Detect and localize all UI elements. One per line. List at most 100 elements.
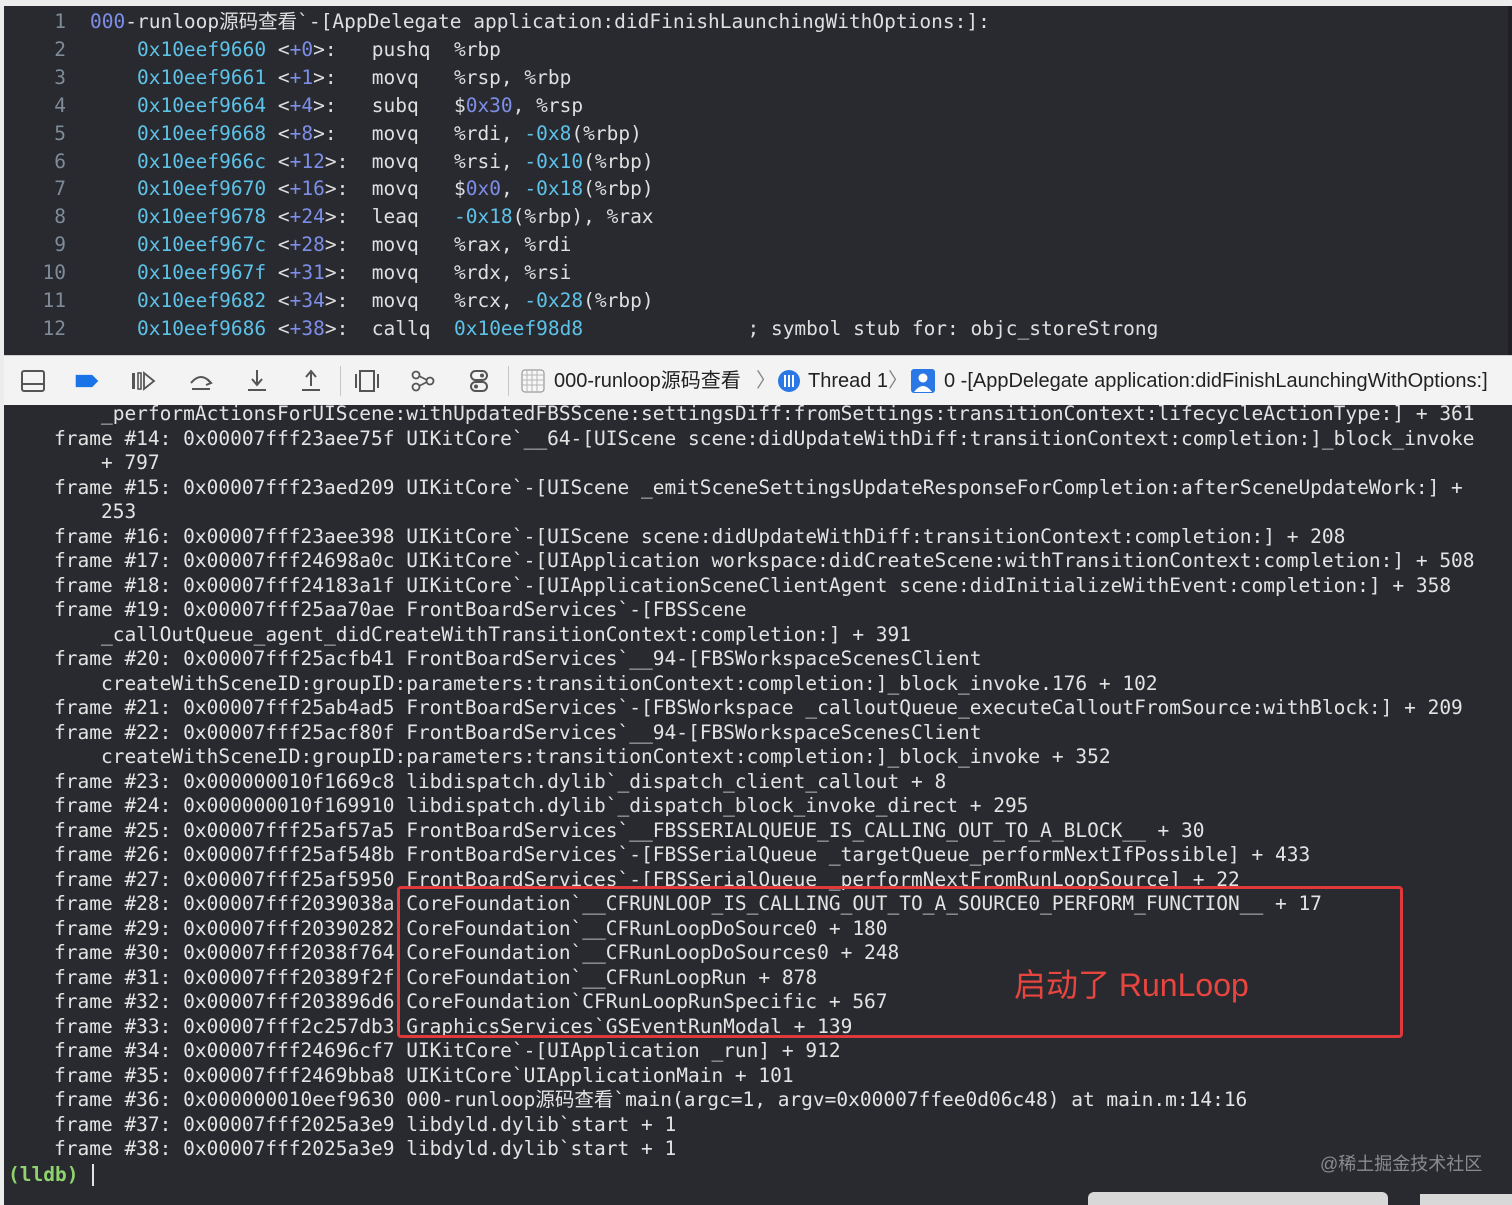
code-token: 0x0 bbox=[465, 177, 501, 201]
code-token: 0x10eef9668 bbox=[136, 121, 267, 145]
code-token: < bbox=[266, 65, 290, 89]
disassembly-line[interactable]: 4 0x10eef9664 <+4>: subq $0x30, %rsp bbox=[4, 92, 1508, 120]
view-debugger-icon[interactable] bbox=[354, 368, 380, 394]
code-token: 0x10eef9664 bbox=[136, 93, 267, 117]
memory-graph-icon[interactable] bbox=[410, 368, 436, 394]
app-target-icon bbox=[521, 369, 545, 393]
code-token: 0x10eef9686 bbox=[136, 316, 267, 340]
continue-icon[interactable] bbox=[130, 368, 156, 394]
console-line: frame #35: 0x00007fff2469bba8 UIKitCore`… bbox=[54, 1063, 794, 1087]
code-token: 0x30 bbox=[465, 93, 513, 117]
line-number: 4 bbox=[54, 93, 66, 117]
line-number: 11 bbox=[42, 289, 66, 312]
code-token: +16 bbox=[289, 177, 325, 201]
code-token: , %rsp bbox=[512, 93, 584, 117]
code-token: 0x10eef98d8 bbox=[453, 316, 584, 340]
breadcrumb-frame[interactable]: 0 -[AppDelegate application:didFinishLau… bbox=[944, 368, 1488, 394]
disassembly-line[interactable]: 2 0x10eef9660 <+0>: pushq %rbp bbox=[4, 36, 1508, 64]
disassembly-line[interactable]: 12 0x10eef9686 <+38>: callq 0x10eef98d8 … bbox=[4, 315, 1508, 343]
console-line: frame #26: 0x00007fff25af548b FrontBoard… bbox=[54, 843, 1311, 866]
line-number: 7 bbox=[54, 177, 66, 201]
code-token: -0x10 bbox=[524, 149, 584, 173]
code-token: < bbox=[266, 149, 290, 173]
code-token: >: movq %rdx, %rsi bbox=[324, 261, 572, 285]
console-line: createWithSceneID:groupID:parameters:tra… bbox=[54, 745, 1111, 768]
line-number: 8 bbox=[54, 205, 66, 229]
line-number: 6 bbox=[54, 149, 66, 173]
thread-icon bbox=[778, 370, 800, 392]
disassembly-line[interactable]: 9 0x10eef967c <+28>: movq %rax, %rdi bbox=[4, 231, 1508, 259]
console-line: frame #21: 0x00007fff25ab4ad5 FrontBoard… bbox=[54, 696, 1463, 719]
disassembly-code: 0x10eef9664 <+4>: subq $0x30, %rsp bbox=[90, 92, 583, 120]
code-token: (%rbp) bbox=[583, 149, 654, 173]
console-line: frame #24: 0x000000010f169910 libdispatc… bbox=[54, 794, 1029, 817]
disassembly-code: 0x10eef9668 <+8>: movq %rdi, -0x8(%rbp) bbox=[90, 120, 642, 148]
step-out-icon[interactable] bbox=[298, 368, 324, 394]
text-cursor bbox=[92, 1163, 94, 1186]
disassembly-line[interactable]: 8 0x10eef9678 <+24>: leaq -0x18(%rbp), %… bbox=[4, 203, 1508, 231]
code-token: +24 bbox=[289, 205, 325, 229]
console-line: _callOutQueue_agent_didCreateWithTransit… bbox=[54, 622, 912, 646]
disassembly-code: 000-runloop源码查看`-[AppDelegate applicatio… bbox=[90, 8, 990, 36]
line-number: 10 bbox=[42, 261, 66, 285]
line-number: 12 bbox=[42, 316, 66, 340]
lldb-prompt: (lldb) bbox=[8, 1162, 79, 1186]
code-token: < bbox=[266, 37, 290, 61]
code-token: 0x10eef9660 bbox=[136, 37, 267, 61]
console-line: frame #17: 0x00007fff24698a0c UIKitCore`… bbox=[54, 549, 1475, 572]
code-token: < bbox=[266, 93, 290, 117]
console-line: + 797 bbox=[54, 451, 160, 474]
console-line: frame #34: 0x00007fff24696cf7 UIKitCore`… bbox=[54, 1039, 841, 1062]
step-over-icon[interactable] bbox=[188, 368, 214, 394]
code-token: >: movq %rcx, bbox=[324, 289, 525, 312]
disassembly-line[interactable]: 6 0x10eef966c <+12>: movq %rsi, -0x10(%r… bbox=[4, 148, 1508, 176]
code-token: 0x10eef9678 bbox=[136, 205, 267, 229]
disassembly-code: 0x10eef9661 <+1>: movq %rsp, %rbp bbox=[90, 64, 571, 92]
breadcrumb-target[interactable]: 000-runloop源码查看 bbox=[554, 368, 741, 394]
breakpoint-toggle-icon[interactable] bbox=[74, 368, 100, 394]
code-token: +4 bbox=[289, 93, 314, 117]
console-line: frame #25: 0x00007fff25af57a5 FrontBoard… bbox=[54, 818, 1205, 842]
disassembly-code: 0x10eef967c <+28>: movq %rax, %rdi bbox=[90, 231, 571, 259]
console-line: frame #15: 0x00007fff23aed209 UIKitCore`… bbox=[54, 475, 1463, 499]
simulate-location-icon[interactable] bbox=[466, 368, 492, 394]
step-into-icon[interactable] bbox=[244, 368, 270, 394]
console-line: createWithSceneID:groupID:parameters:tra… bbox=[54, 671, 1158, 695]
code-token: >: movq $ bbox=[324, 177, 466, 201]
console-bottom-controls[interactable] bbox=[1420, 1194, 1512, 1205]
toolbar-separator bbox=[340, 366, 341, 396]
breadcrumb-thread[interactable]: Thread 1 bbox=[808, 368, 888, 394]
console-line: frame #36: 0x000000010eef9630 000-runloo… bbox=[54, 1088, 1248, 1111]
code-token: >: pushq %rbp bbox=[313, 37, 501, 61]
disassembly-line[interactable]: 11 0x10eef9682 <+34>: movq %rcx, -0x28(%… bbox=[4, 287, 1508, 315]
code-token: < bbox=[266, 233, 290, 257]
console-line: frame #23: 0x000000010f1669c8 libdispatc… bbox=[54, 769, 947, 793]
hide-debug-area-icon[interactable] bbox=[20, 368, 46, 394]
line-number: 9 bbox=[54, 233, 66, 257]
disassembly-line[interactable]: 7 0x10eef9670 <+16>: movq $0x0, -0x18(%r… bbox=[4, 175, 1508, 203]
disassembly-editor[interactable]: 1 000-runloop源码查看`-[AppDelegate applicati… bbox=[4, 6, 1508, 355]
console-line: frame #20: 0x00007fff25acfb41 FrontBoard… bbox=[54, 647, 982, 670]
disassembly-line[interactable]: 1 000-runloop源码查看`-[AppDelegate applicati… bbox=[4, 8, 1508, 36]
code-token: -0x8 bbox=[524, 121, 572, 145]
code-token: 0x10eef9670 bbox=[136, 177, 267, 201]
lldb-console[interactable]: _performActionsForUIScene:withUpdatedFBS… bbox=[4, 405, 1512, 1205]
console-line: frame #14: 0x00007fff23aee75f UIKitCore`… bbox=[54, 426, 1475, 450]
console-line: frame #22: 0x00007fff25acf80f FrontBoard… bbox=[54, 720, 982, 744]
console-line: frame #37: 0x00007fff2025a3e9 libdyld.dy… bbox=[54, 1112, 677, 1136]
disassembly-line[interactable]: 5 0x10eef9668 <+8>: movq %rdi, -0x8(%rbp… bbox=[4, 120, 1508, 148]
disassembly-line[interactable]: 3 0x10eef9661 <+1>: movq %rsp, %rbp bbox=[4, 64, 1508, 92]
console-line: frame #18: 0x00007fff24183a1f UIKitCore`… bbox=[54, 573, 1452, 597]
console-filter-field[interactable] bbox=[1088, 1192, 1388, 1205]
debug-bar: 000-runloop源码查看 〉 Thread 1 〉 0 -[AppDele… bbox=[4, 355, 1512, 407]
runloop-highlight-box bbox=[397, 886, 1403, 1038]
disassembly-line[interactable]: 10 0x10eef967f <+31>: movq %rdx, %rsi bbox=[4, 259, 1508, 287]
